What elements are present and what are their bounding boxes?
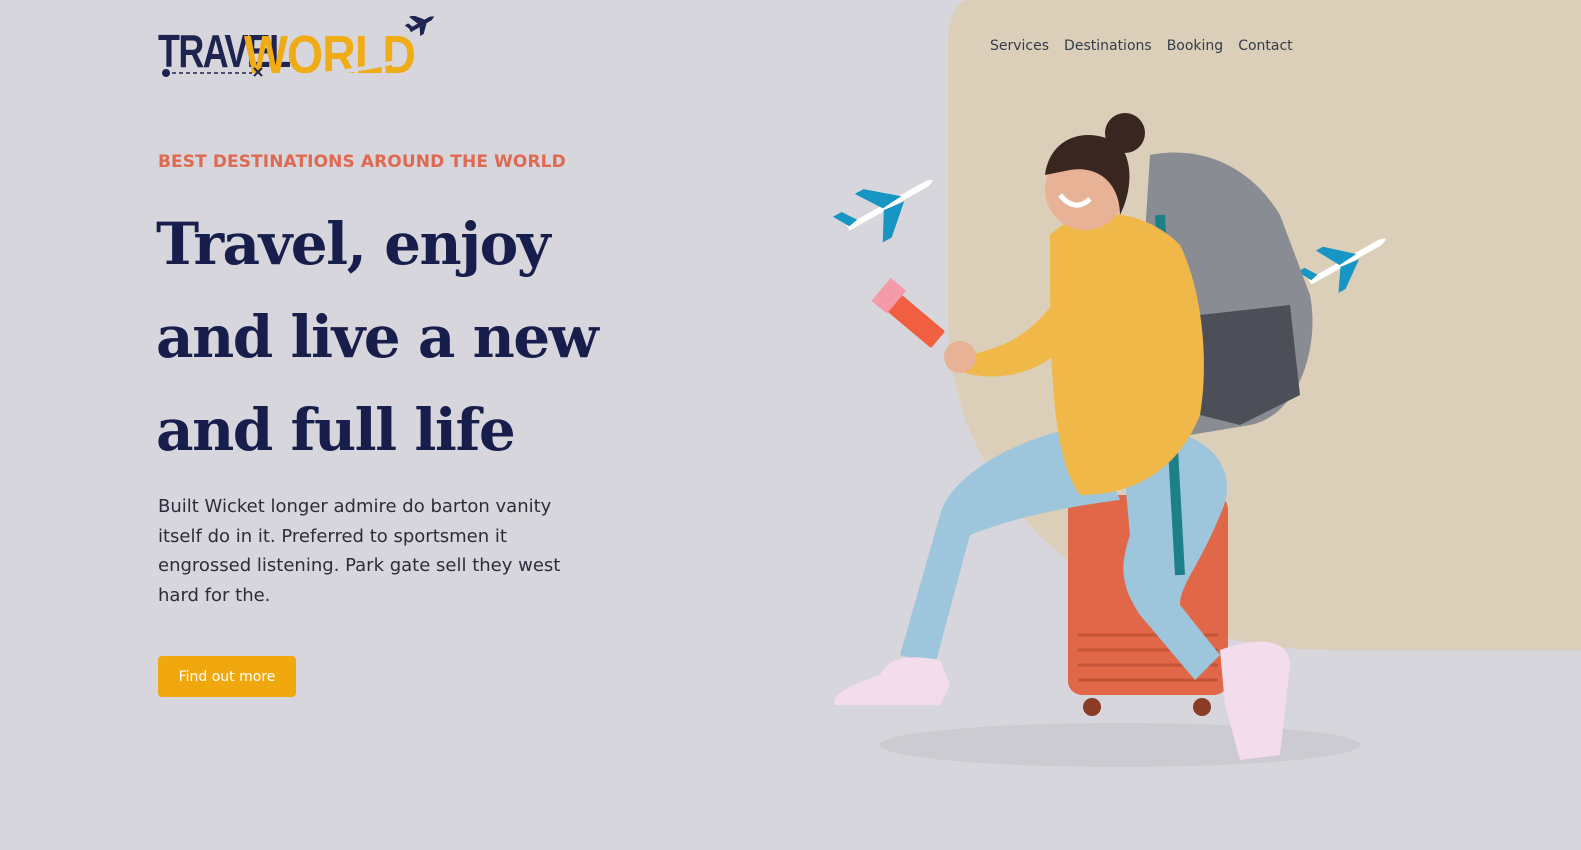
passport-icon: [871, 277, 945, 348]
main-nav: Services Destinations Booking Contact: [990, 38, 1293, 54]
hero-description: Built Wicket longer admire do barton van…: [158, 496, 561, 606]
traveler-illustration: [832, 113, 1386, 767]
hero-eyebrow: BEST DESTINATIONS AROUND THE WORLD: [158, 152, 566, 172]
nav-destinations[interactable]: Destinations: [1064, 38, 1152, 54]
find-out-more-button[interactable]: Find out more: [158, 656, 296, 697]
nav-contact[interactable]: Contact: [1238, 38, 1292, 54]
airplane-icon: [832, 179, 933, 243]
logo-flightpath: [162, 16, 435, 79]
logo-airplane-icon: [404, 16, 435, 37]
nav-booking[interactable]: Booking: [1167, 38, 1224, 54]
nav-services[interactable]: Services: [990, 38, 1049, 54]
brand-logo[interactable]: TRAVEL WORLD: [158, 16, 438, 86]
hero-headline: Travel, enjoy and live a new and full li…: [156, 210, 599, 464]
